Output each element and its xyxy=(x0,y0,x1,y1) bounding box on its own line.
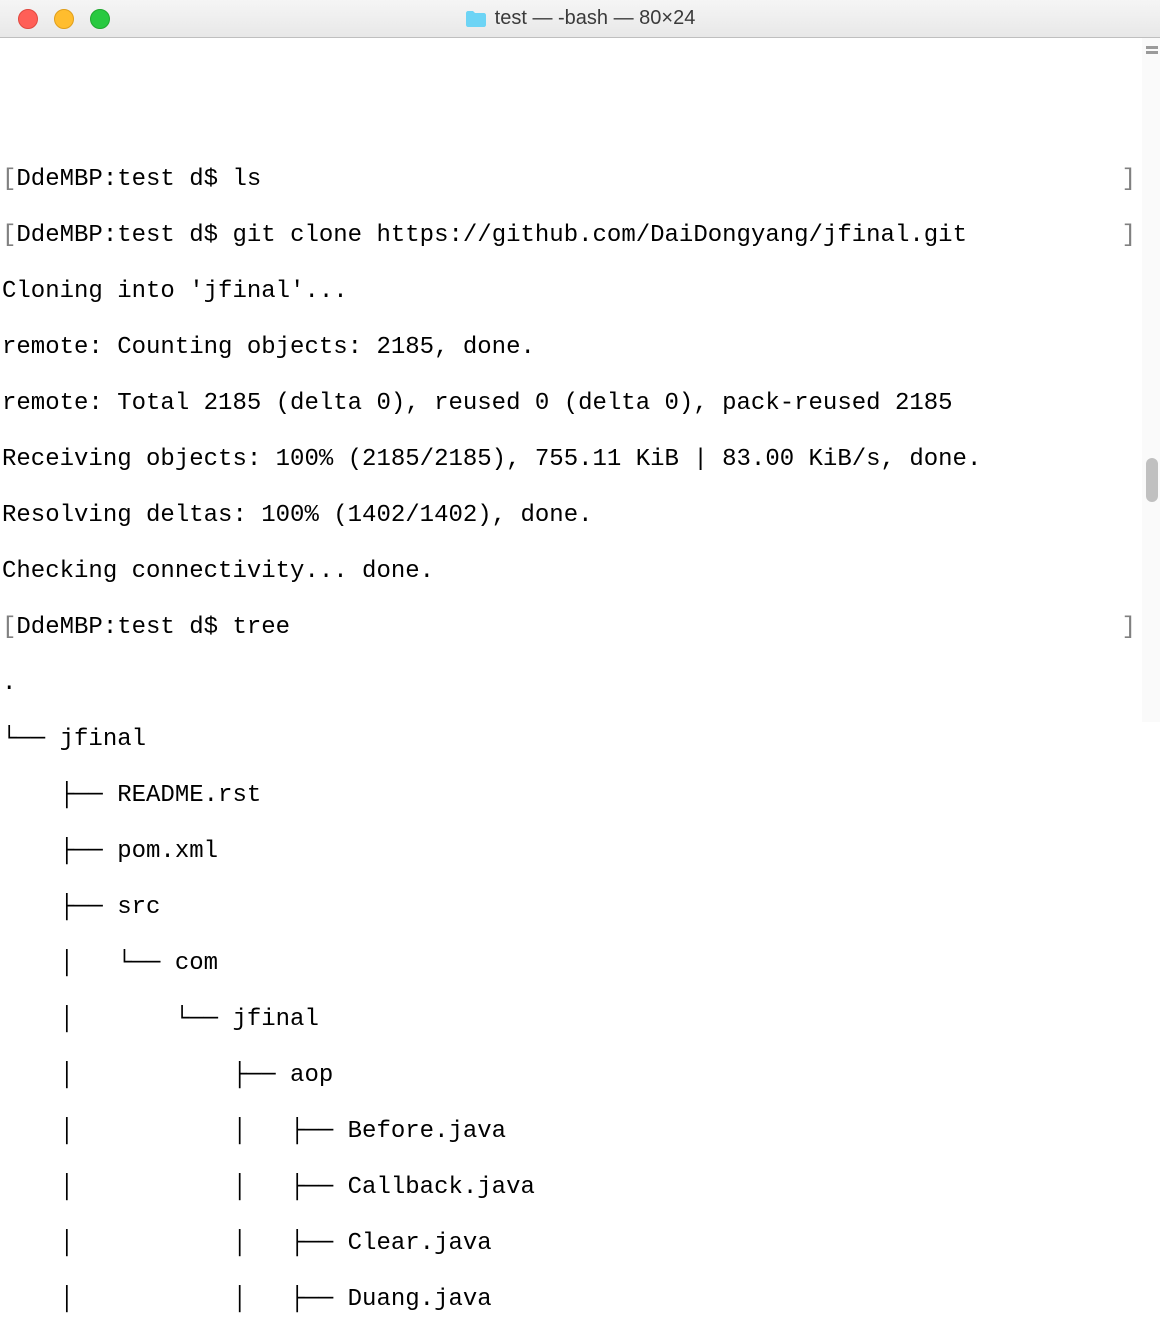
terminal-body[interactable]: [DdeMBP:test d$ ls] [DdeMBP:test d$ git … xyxy=(0,38,1160,722)
terminal-output: Resolving deltas: 100% (1402/1402), done… xyxy=(2,502,1160,530)
terminal-line: [DdeMBP:test d$ tree] xyxy=(2,614,1160,642)
terminal-line: [DdeMBP:test d$ ls] xyxy=(2,166,1160,194)
terminal-output: Receiving objects: 100% (2185/2185), 755… xyxy=(2,446,1160,474)
tree-line: ├── src xyxy=(2,894,1160,922)
close-button[interactable] xyxy=(18,9,38,29)
scrollbar-thumb[interactable] xyxy=(1146,458,1158,502)
minimize-button[interactable] xyxy=(54,9,74,29)
titlebar: test — -bash — 80×24 xyxy=(0,0,1160,38)
tree-line: │ ├── aop xyxy=(2,1062,1160,1090)
tree-line: │ └── jfinal xyxy=(2,1006,1160,1034)
terminal-output: remote: Total 2185 (delta 0), reused 0 (… xyxy=(2,390,1160,418)
terminal-line: [DdeMBP:test d$ git clone https://github… xyxy=(2,222,1160,250)
maximize-button[interactable] xyxy=(90,9,110,29)
tree-line: │ │ ├── Callback.java xyxy=(2,1174,1160,1202)
tree-line: │ │ ├── Duang.java xyxy=(2,1286,1160,1314)
command: git clone https://github.com/DaiDongyang… xyxy=(232,222,967,249)
terminal-output: remote: Counting objects: 2185, done. xyxy=(2,334,1160,362)
terminal-output: Cloning into 'jfinal'... xyxy=(2,278,1160,306)
tree-line: ├── pom.xml xyxy=(2,838,1160,866)
prompt: DdeMBP:test d$ xyxy=(16,166,232,193)
tree-line: ├── README.rst xyxy=(2,782,1160,810)
tree-line: │ └── com xyxy=(2,950,1160,978)
tree-line: │ │ ├── Before.java xyxy=(2,1118,1160,1146)
traffic-lights xyxy=(0,9,110,29)
tree-line: └── jfinal xyxy=(2,726,1160,754)
command: ls xyxy=(232,166,261,193)
folder-icon xyxy=(465,10,487,28)
prompt: DdeMBP:test d$ xyxy=(16,614,232,641)
tree-line: . xyxy=(2,670,1160,698)
scrollbar-track[interactable] xyxy=(1142,38,1160,722)
window-title: test — -bash — 80×24 xyxy=(495,7,696,30)
tree-line: │ │ ├── Clear.java xyxy=(2,1230,1160,1258)
prompt: DdeMBP:test d$ xyxy=(16,222,232,249)
command: tree xyxy=(232,614,290,641)
terminal-output: Checking connectivity... done. xyxy=(2,558,1160,586)
window-corner-icon xyxy=(1144,44,1160,60)
title-container: test — -bash — 80×24 xyxy=(0,7,1160,30)
